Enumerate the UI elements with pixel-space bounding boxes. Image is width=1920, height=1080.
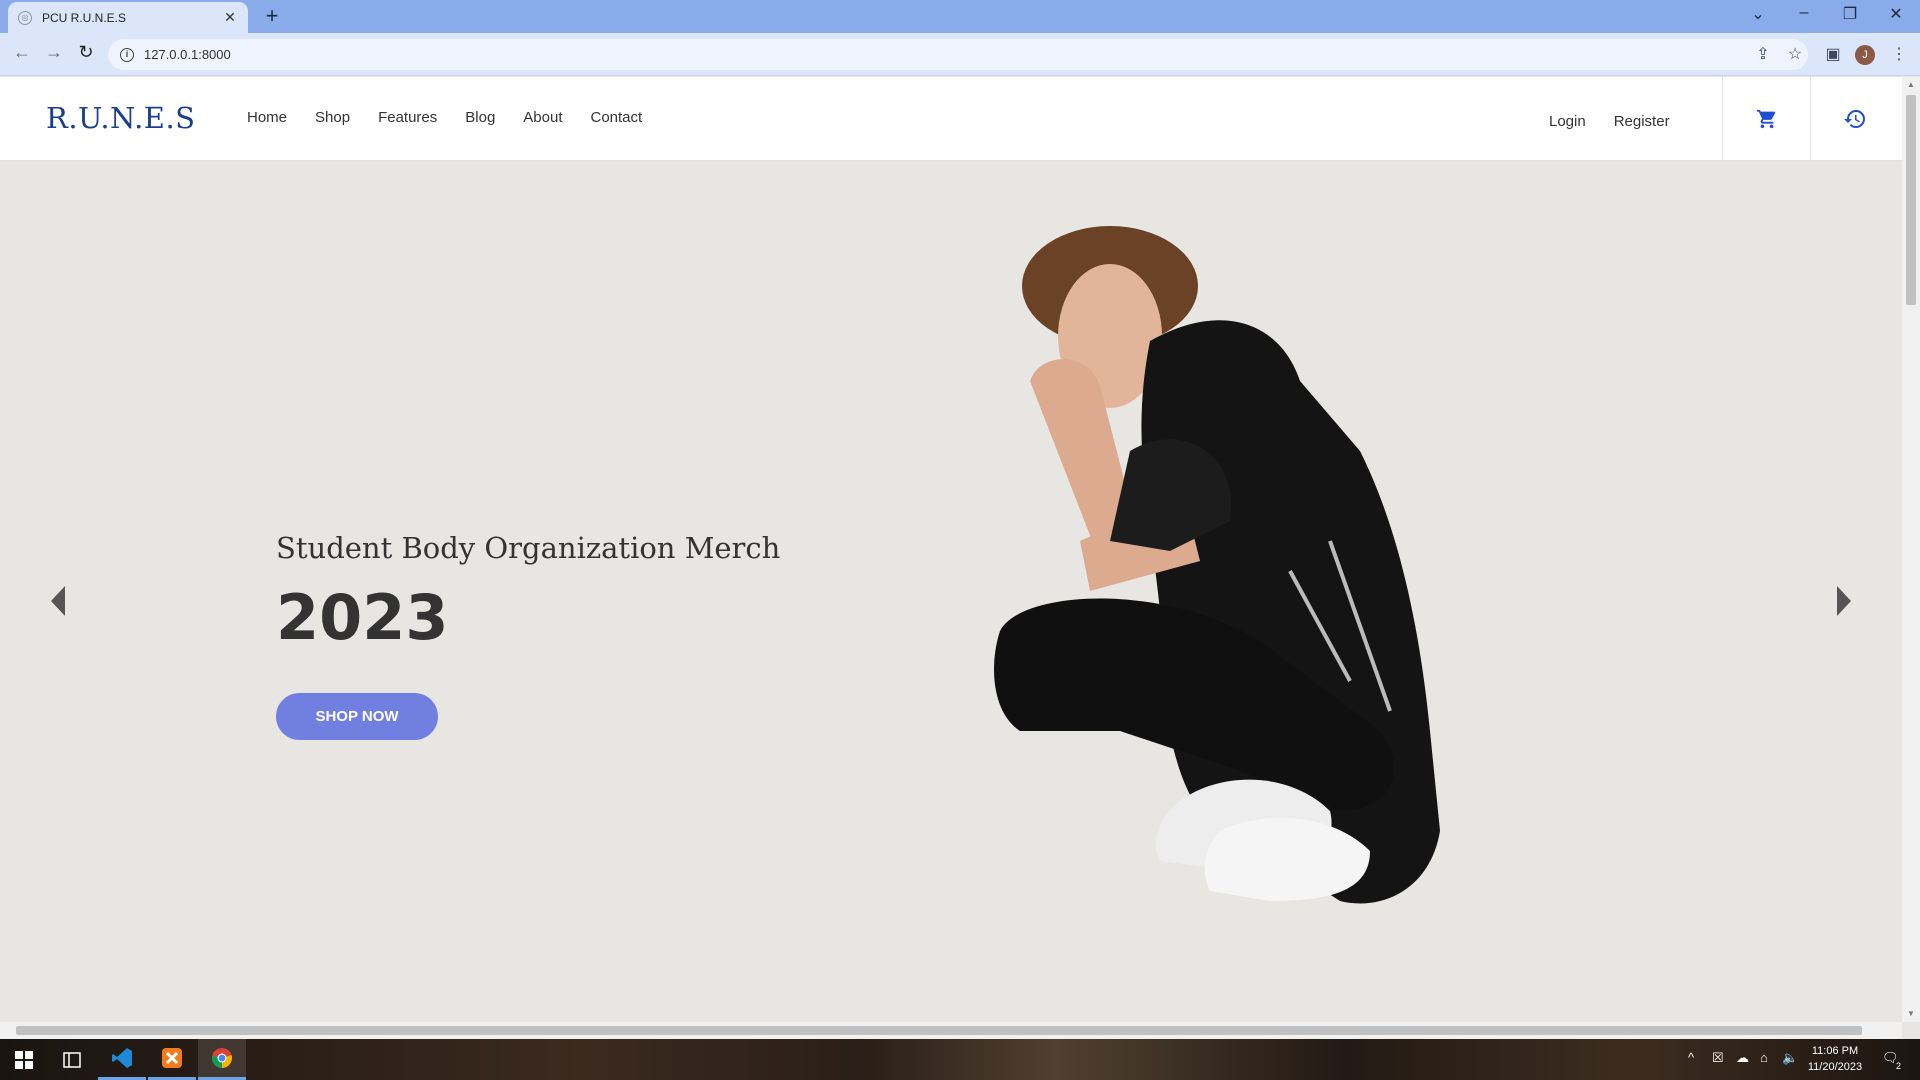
minimize-button[interactable]: –: [1792, 4, 1816, 22]
windows-logo-icon: [15, 1050, 33, 1069]
nav-about[interactable]: About: [523, 109, 562, 126]
address-bar[interactable]: i 127.0.0.1:8000: [108, 39, 1808, 70]
share-icon[interactable]: ⇪: [1752, 44, 1774, 64]
xampp-icon: [162, 1048, 182, 1068]
back-button[interactable]: ←: [10, 42, 34, 63]
clock-date: 11/20/2023: [1807, 1061, 1863, 1073]
site-logo[interactable]: R.U.N.E.S: [46, 101, 196, 135]
tray-expand-icon[interactable]: ^: [1688, 1050, 1694, 1065]
vscode-taskbar-button[interactable]: [98, 1039, 146, 1080]
taskbar-clock[interactable]: 11:06 PM 11/20/2023: [1800, 1043, 1870, 1075]
url-text: 127.0.0.1:8000: [144, 47, 231, 62]
forward-button[interactable]: →: [42, 42, 66, 63]
globe-icon: ◎: [18, 10, 32, 25]
vertical-scroll-thumb[interactable]: [1906, 95, 1916, 305]
xampp-taskbar-button[interactable]: [148, 1039, 196, 1080]
start-button[interactable]: [0, 1039, 48, 1080]
windows-taskbar: ^ ☒ ☁ ⌂ 🔈 11:06 PM 11/20/2023 🗨 2: [0, 1039, 1920, 1080]
browser-tab[interactable]: ◎ PCU R.U.N.E.S ✕: [8, 2, 248, 33]
main-nav: Home Shop Features Blog About Contact: [247, 109, 642, 126]
chevron-right-icon: [1837, 586, 1851, 616]
profile-avatar[interactable]: J: [1855, 45, 1875, 65]
scroll-down-icon[interactable]: ▼: [1907, 1009, 1915, 1018]
scroll-up-icon[interactable]: ▲: [1907, 80, 1915, 89]
volume-icon[interactable]: 🔈: [1782, 1050, 1798, 1066]
tab-search-icon[interactable]: ⌄: [1746, 4, 1770, 24]
prev-slide-button[interactable]: [46, 581, 70, 621]
nav-home[interactable]: Home: [247, 109, 287, 126]
vertical-scrollbar[interactable]: ▲ ▼: [1902, 77, 1920, 1022]
browser-tabbar: ◎ PCU R.U.N.E.S ✕ + ⌄ – ❐ ✕: [0, 0, 1920, 33]
history-icon: [1843, 110, 1865, 128]
auth-nav: Login Register: [1549, 113, 1670, 130]
nav-shop[interactable]: Shop: [315, 109, 350, 126]
nav-contact[interactable]: Contact: [591, 109, 643, 126]
chevron-left-icon: [51, 586, 65, 616]
menu-kebab-icon[interactable]: ⋮: [1888, 44, 1910, 64]
reload-button[interactable]: ↻: [74, 42, 98, 63]
side-panel-icon[interactable]: ▣: [1822, 44, 1844, 64]
onedrive-icon[interactable]: ☁: [1736, 1050, 1749, 1066]
bookmark-star-icon[interactable]: ☆: [1784, 44, 1806, 64]
tab-title: PCU R.U.N.E.S: [42, 10, 127, 25]
close-window-button[interactable]: ✕: [1884, 4, 1908, 24]
chrome-icon: [211, 1048, 232, 1068]
notification-count: 2: [1896, 1061, 1902, 1071]
hero-slider: Student Body Organization Merch 2023 SHO…: [0, 161, 1902, 1022]
horizontal-scrollbar[interactable]: [0, 1022, 1902, 1039]
horizontal-scroll-thumb[interactable]: [16, 1026, 1862, 1035]
task-view-icon: [63, 1051, 81, 1068]
vscode-icon: [112, 1048, 132, 1068]
xampp-tray-icon[interactable]: ☒: [1712, 1050, 1724, 1066]
browser-toolbar: ← → ↻ i 127.0.0.1:8000 ⇪ ☆ ▣ J ⋮: [0, 33, 1920, 76]
restore-button[interactable]: ❐: [1838, 4, 1862, 24]
login-link[interactable]: Login: [1549, 113, 1586, 130]
hero-model-image: [994, 226, 1440, 904]
cart-button[interactable]: [1722, 77, 1810, 161]
cart-icon: [1756, 109, 1775, 129]
close-tab-icon[interactable]: ✕: [222, 9, 238, 26]
next-slide-button[interactable]: [1832, 581, 1856, 621]
chrome-taskbar-button[interactable]: [198, 1039, 246, 1080]
shop-now-button[interactable]: SHOP NOW: [276, 693, 438, 740]
nav-blog[interactable]: Blog: [465, 109, 495, 126]
hero-subtitle: Student Body Organization Merch: [276, 531, 781, 565]
clock-time: 11:06 PM: [1811, 1045, 1859, 1057]
site-header: R.U.N.E.S Home Shop Features Blog About …: [0, 77, 1902, 161]
history-button[interactable]: [1810, 77, 1898, 161]
network-icon[interactable]: ⌂: [1760, 1050, 1768, 1065]
task-view-button[interactable]: [48, 1039, 96, 1080]
new-tab-button[interactable]: +: [260, 5, 284, 27]
site-info-icon[interactable]: i: [120, 47, 134, 62]
hero-year: 2023: [276, 581, 449, 654]
register-link[interactable]: Register: [1614, 113, 1670, 130]
nav-features[interactable]: Features: [378, 109, 437, 126]
